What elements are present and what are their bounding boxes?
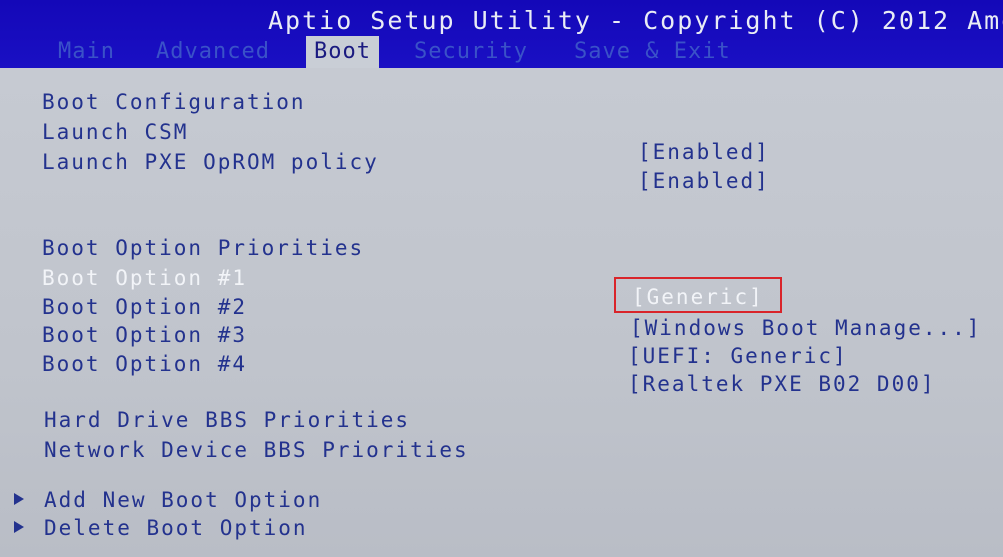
boot-option-4-item[interactable]: Boot Option #4 — [42, 352, 247, 376]
launch-pxe-value[interactable]: [Enabled] — [638, 169, 770, 193]
header-bar: Aptio Setup Utility - Copyright (C) 2012… — [0, 0, 1003, 70]
tab-main[interactable]: Main — [58, 36, 115, 68]
highlight-annotation-box — [614, 277, 782, 313]
launch-csm-item[interactable]: Launch CSM — [42, 120, 188, 144]
add-new-boot-option-item[interactable]: Add New Boot Option — [44, 488, 322, 512]
network-device-bbs-priorities-item[interactable]: Network Device BBS Priorities — [44, 438, 469, 462]
boot-option-2-value[interactable]: [Windows Boot Manage...] — [630, 316, 981, 340]
tab-boot[interactable]: Boot — [306, 36, 379, 68]
hard-drive-bbs-priorities-item[interactable]: Hard Drive BBS Priorities — [44, 408, 410, 432]
boot-settings-pane: Boot Configuration Launch CSM [Enabled] … — [0, 68, 1003, 557]
tab-security[interactable]: Security — [414, 36, 528, 68]
tab-bar: Main Advanced Boot Security Save & Exit — [0, 36, 1003, 68]
tab-advanced[interactable]: Advanced — [156, 36, 270, 68]
launch-csm-value[interactable]: [Enabled] — [638, 140, 770, 164]
boot-configuration-heading: Boot Configuration — [42, 90, 306, 114]
launch-pxe-item[interactable]: Launch PXE OpROM policy — [42, 150, 379, 174]
boot-option-4-value[interactable]: [Realtek PXE B02 D00] — [628, 372, 936, 396]
boot-option-3-value[interactable]: [UEFI: Generic] — [628, 344, 848, 368]
tab-save-exit[interactable]: Save & Exit — [574, 36, 731, 68]
bios-screen: Aptio Setup Utility - Copyright (C) 2012… — [0, 0, 1003, 557]
boot-option-2-item[interactable]: Boot Option #2 — [42, 295, 247, 319]
boot-option-priorities-heading: Boot Option Priorities — [42, 236, 365, 260]
boot-option-1-item[interactable]: Boot Option #1 — [42, 266, 247, 290]
submenu-arrow-icon — [14, 493, 24, 505]
window-title: Aptio Setup Utility - Copyright (C) 2012… — [268, 6, 1003, 35]
delete-boot-option-item[interactable]: Delete Boot Option — [44, 516, 308, 540]
boot-option-3-item[interactable]: Boot Option #3 — [42, 323, 247, 347]
submenu-arrow-icon — [14, 521, 24, 533]
